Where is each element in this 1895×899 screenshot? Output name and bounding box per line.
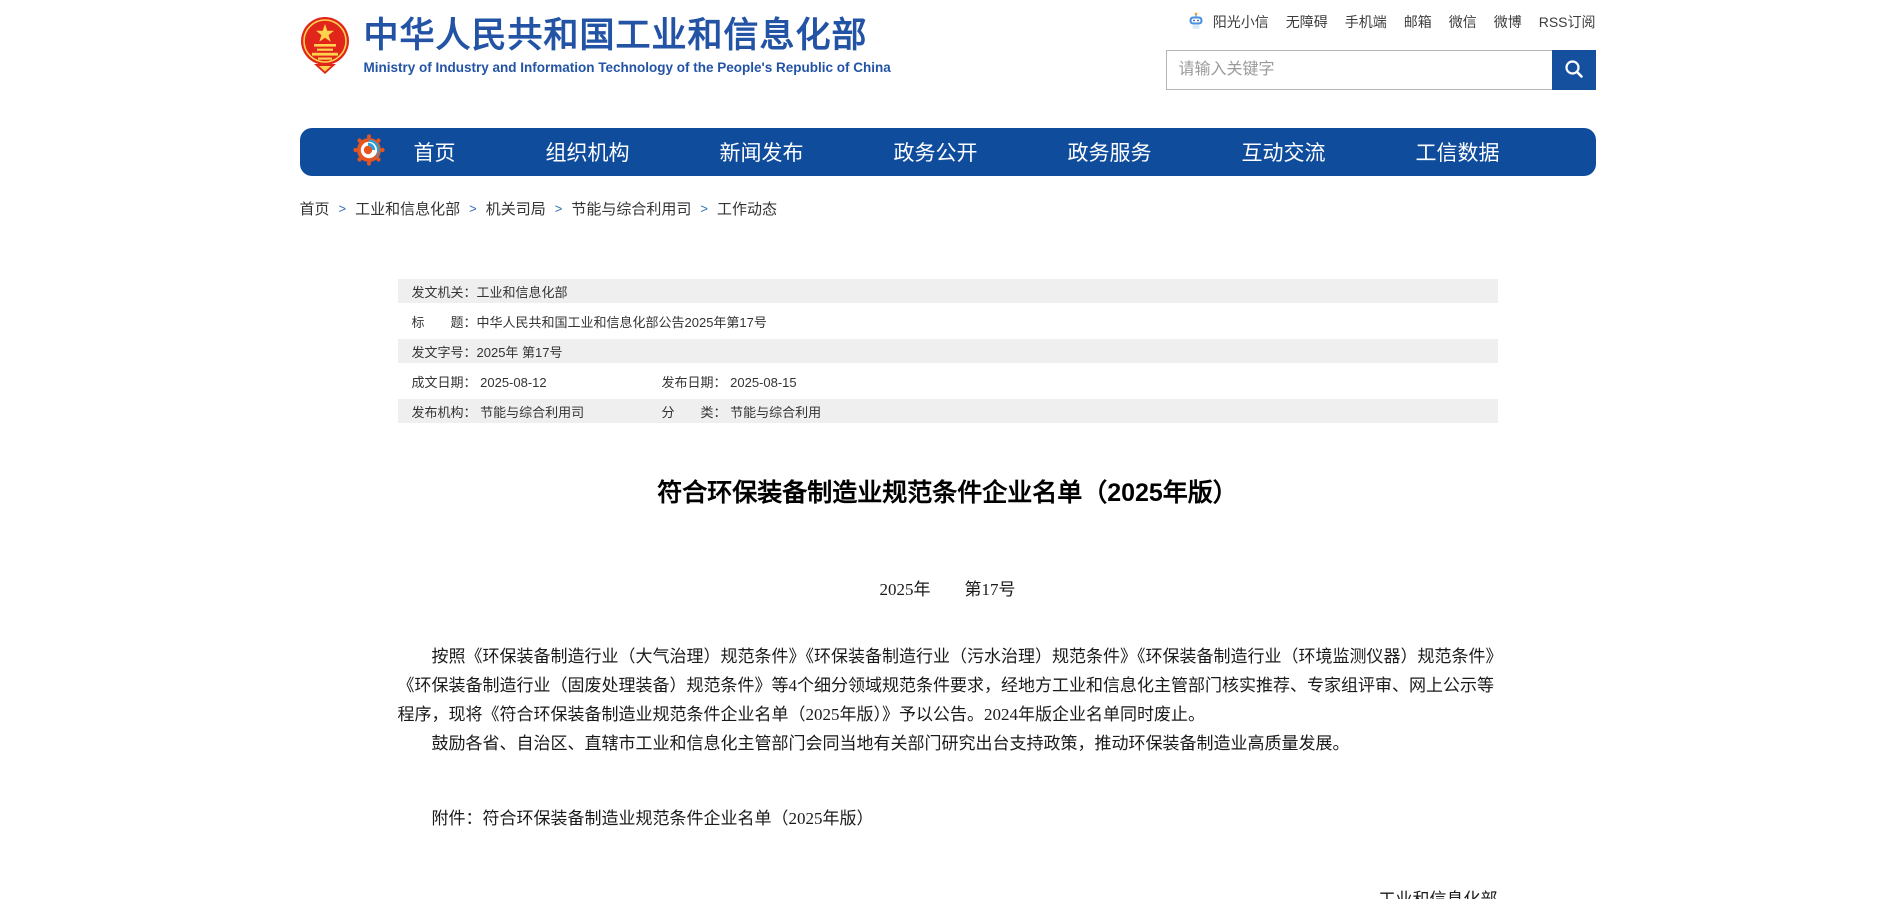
meta-value: 工业和信息化部 xyxy=(477,282,568,301)
breadcrumb-separator: > xyxy=(700,201,708,216)
meta-value: 节能与综合利用司 xyxy=(480,405,584,420)
header-right: 阳光小信 无障碍 手机端 邮箱 微信 微博 RSS订阅 xyxy=(1166,10,1596,92)
article-title: 符合环保装备制造业规范条件企业名单（2025年版） xyxy=(398,473,1498,509)
robot-icon xyxy=(1186,10,1196,35)
paragraph: 鼓励各省、自治区、直辖市工业和信息化主管部门会同当地有关部门研究出台支持政策，推… xyxy=(398,729,1498,758)
search-button[interactable] xyxy=(1552,50,1596,90)
nav-item-gov-services[interactable]: 政务服务 xyxy=(1068,137,1152,167)
meta-pair-publisher: 发布机构： 节能与综合利用司 xyxy=(412,402,662,421)
breadcrumb-energy-dept[interactable]: 节能与综合利用司 xyxy=(571,198,691,219)
meta-label: 发文字号： xyxy=(412,342,477,361)
nav-item-news[interactable]: 新闻发布 xyxy=(720,137,804,167)
nav-item-gov-disclosure[interactable]: 政务公开 xyxy=(894,137,978,167)
article-body: 按照《环保装备制造行业（大气治理）规范条件》《环保装备制造行业（污水治理）规范条… xyxy=(398,642,1498,758)
nav-item-interaction[interactable]: 互动交流 xyxy=(1242,137,1326,167)
meta-row-dates: 成文日期： 2025-08-12 发布日期： 2025-08-15 xyxy=(398,369,1498,393)
nav-item-home[interactable]: 首页 xyxy=(414,137,456,167)
nav-items: 首页 组织机构 新闻发布 政务公开 政务服务 互动交流 工信数据 xyxy=(414,137,1500,167)
site-title-block: 中华人民共和国工业和信息化部 Ministry of Industry and … xyxy=(364,16,891,75)
link-mobile[interactable]: 手机端 xyxy=(1345,12,1387,32)
meta-label: 标 题： xyxy=(412,312,477,331)
nav-item-miit-data[interactable]: 工信数据 xyxy=(1416,137,1500,167)
search-icon xyxy=(1563,58,1585,83)
meta-row-title: 标 题： 中华人民共和国工业和信息化部公告2025年第17号 xyxy=(398,309,1498,333)
search-input[interactable] xyxy=(1166,50,1552,90)
site-header: 中华人民共和国工业和信息化部 Ministry of Industry and … xyxy=(300,0,1596,92)
attachment-link[interactable]: 附件：符合环保装备制造业规范条件企业名单（2025年版） xyxy=(398,804,1498,829)
meta-label: 分 类： xyxy=(662,405,727,420)
meta-value: 2025-08-12 xyxy=(480,375,547,390)
breadcrumb-work-updates[interactable]: 工作动态 xyxy=(717,198,777,219)
site-title: 中华人民共和国工业和信息化部 xyxy=(364,16,891,56)
meta-pair-written-date: 成文日期： 2025-08-12 xyxy=(412,372,662,391)
breadcrumb: 首页 > 工业和信息化部 > 机关司局 > 节能与综合利用司 > 工作动态 xyxy=(300,198,1596,219)
meta-label: 发布日期： xyxy=(662,375,727,390)
breadcrumb-home[interactable]: 首页 xyxy=(300,198,330,219)
meta-value: 2025-08-15 xyxy=(730,375,797,390)
national-emblem-icon xyxy=(300,16,364,79)
document-area: 发文机关： 工业和信息化部 标 题： 中华人民共和国工业和信息化部公告2025年… xyxy=(398,279,1498,899)
meta-value: 2025年 第17号 xyxy=(477,342,563,361)
document-meta-table: 发文机关： 工业和信息化部 标 题： 中华人民共和国工业和信息化部公告2025年… xyxy=(398,279,1498,423)
link-accessibility[interactable]: 无障碍 xyxy=(1286,12,1328,32)
meta-pair-category: 分 类： 节能与综合利用 xyxy=(662,402,822,421)
meta-value: 中华人民共和国工业和信息化部公告2025年第17号 xyxy=(477,312,767,331)
meta-label: 发文机关： xyxy=(412,282,477,301)
site-subtitle: Ministry of Industry and Information Tec… xyxy=(364,60,891,75)
meta-label: 成文日期： xyxy=(412,375,477,390)
announcement-number: 2025年 第17号 xyxy=(398,575,1498,600)
meta-pair-publish-date: 发布日期： 2025-08-15 xyxy=(662,372,797,391)
search-box xyxy=(1166,50,1596,90)
page-wrapper: 中华人民共和国工业和信息化部 Ministry of Industry and … xyxy=(300,0,1596,899)
breadcrumb-miit[interactable]: 工业和信息化部 xyxy=(355,198,460,219)
nav-gear-logo-icon xyxy=(352,133,414,172)
paragraph: 按照《环保装备制造行业（大气治理）规范条件》《环保装备制造行业（污水治理）规范条… xyxy=(398,642,1498,729)
signature-block: 工业和信息化部 2025年8月12日 xyxy=(398,885,1498,899)
signature-agency: 工业和信息化部 xyxy=(398,885,1498,899)
breadcrumb-separator: > xyxy=(555,201,563,216)
meta-value: 节能与综合利用 xyxy=(730,405,821,420)
meta-label: 发布机构： xyxy=(412,405,477,420)
article: 符合环保装备制造业规范条件企业名单（2025年版） 2025年 第17号 按照《… xyxy=(398,473,1498,899)
link-weibo[interactable]: 微博 xyxy=(1494,12,1522,32)
link-mailbox[interactable]: 邮箱 xyxy=(1404,12,1432,32)
utility-links: 阳光小信 无障碍 手机端 邮箱 微信 微博 RSS订阅 xyxy=(1186,10,1596,34)
site-branding: 中华人民共和国工业和信息化部 Ministry of Industry and … xyxy=(300,10,891,92)
breadcrumb-departments[interactable]: 机关司局 xyxy=(486,198,546,219)
link-rss[interactable]: RSS订阅 xyxy=(1539,12,1596,32)
meta-row-doc-number: 发文字号： 2025年 第17号 xyxy=(398,339,1498,363)
nav-item-organization[interactable]: 组织机构 xyxy=(546,137,630,167)
link-wechat[interactable]: 微信 xyxy=(1449,12,1477,32)
main-nav: 首页 组织机构 新闻发布 政务公开 政务服务 互动交流 工信数据 xyxy=(300,128,1596,176)
breadcrumb-separator: > xyxy=(339,201,347,216)
meta-row-publisher-category: 发布机构： 节能与综合利用司 分 类： 节能与综合利用 xyxy=(398,399,1498,423)
meta-row-issuing-agency: 发文机关： 工业和信息化部 xyxy=(398,279,1498,303)
link-sunshine-assistant[interactable]: 阳光小信 xyxy=(1213,12,1269,32)
breadcrumb-separator: > xyxy=(469,201,477,216)
